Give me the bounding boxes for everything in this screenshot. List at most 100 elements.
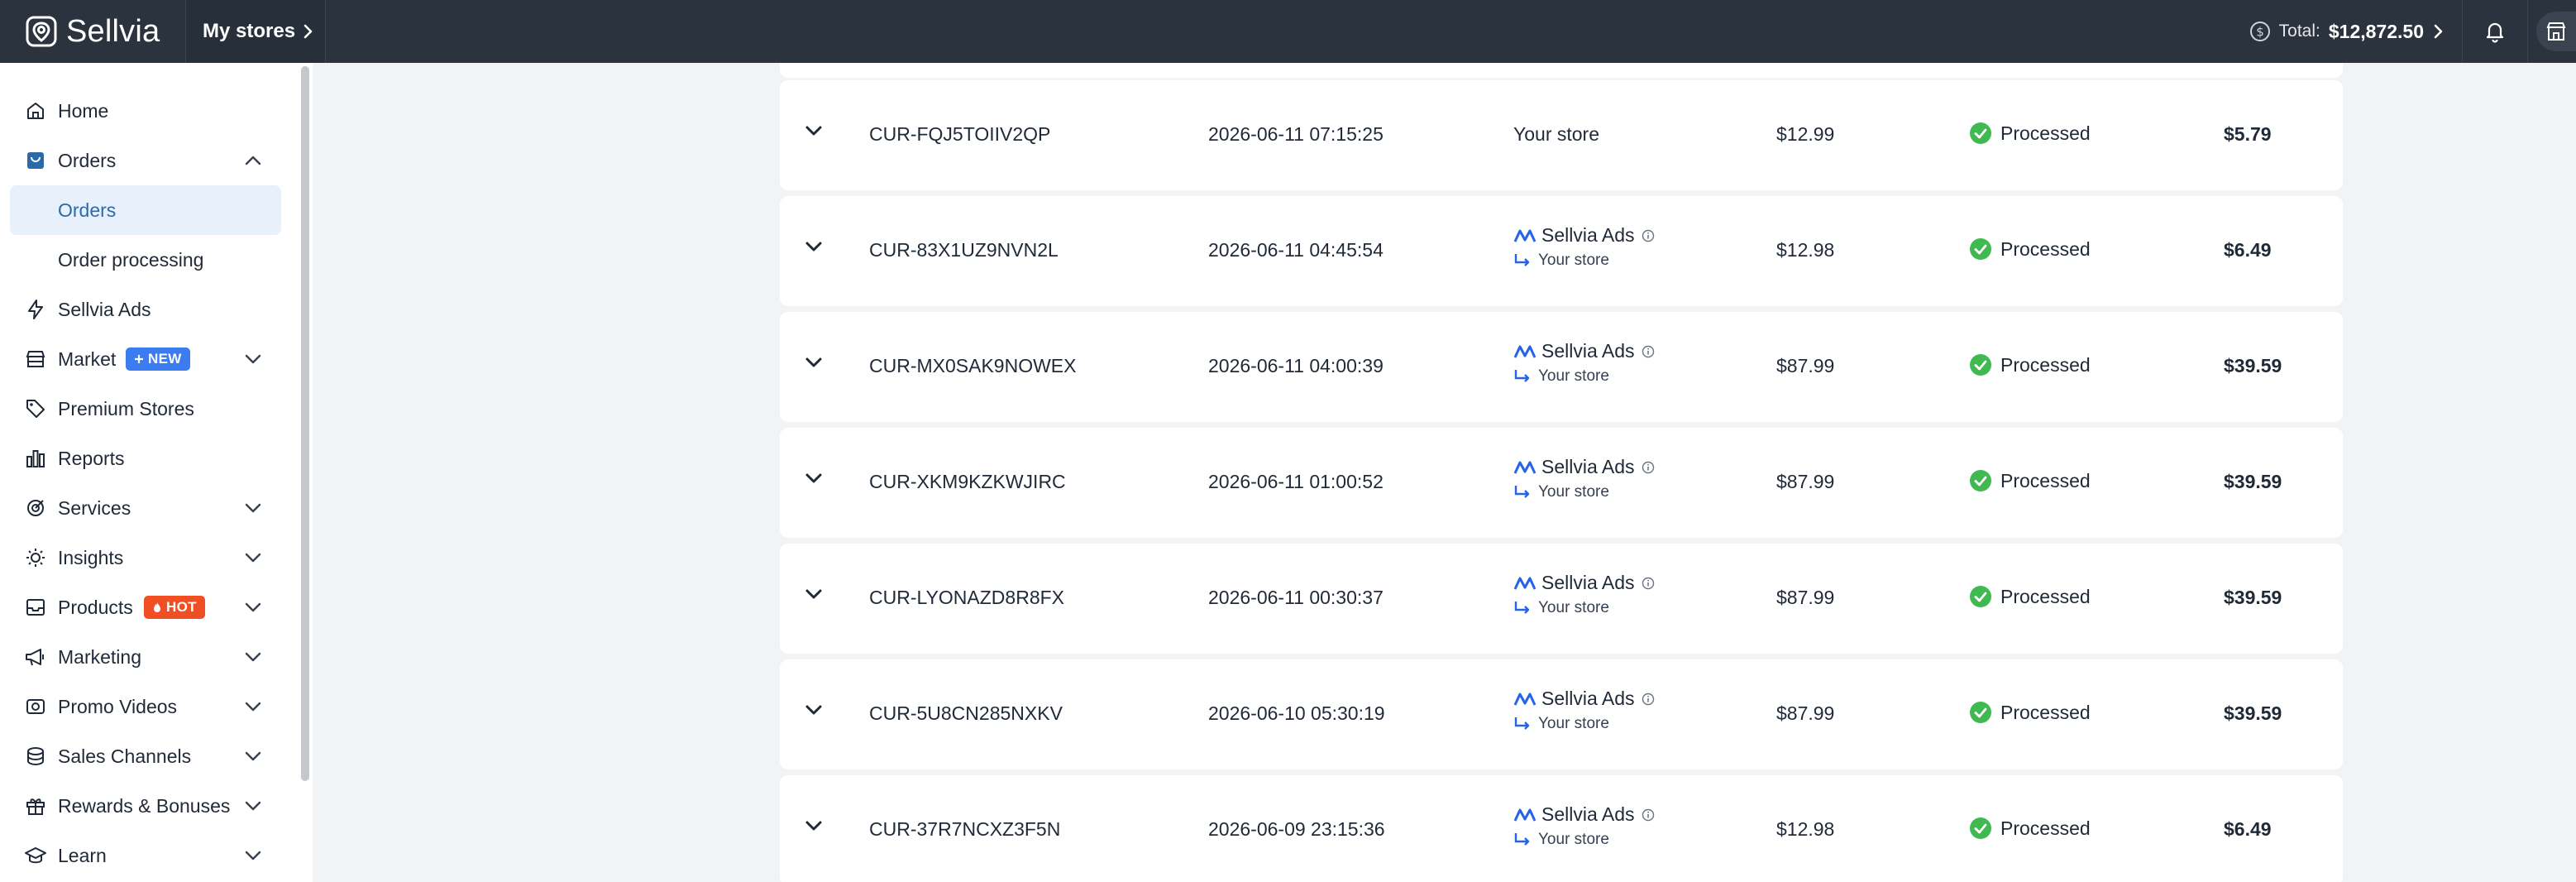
total-balance-button[interactable]: $ Total: $12,872.50 (2249, 21, 2462, 43)
sidebar-item-market[interactable]: Market NEW (0, 334, 281, 384)
chevron-down-icon[interactable] (805, 241, 823, 252)
sidebar-item-label: Products (58, 596, 133, 618)
order-row[interactable]: CUR-5U8CN285NXKV 2026-06-10 05:30:19 Sel… (780, 659, 2343, 769)
order-status: Processed (1969, 469, 2091, 492)
lightning-icon (23, 297, 48, 322)
order-profit: $39.59 (2224, 355, 2282, 376)
sidebar-item-label: Market (58, 348, 117, 370)
chevron-down-icon[interactable] (805, 357, 823, 368)
sidebar-item-marketing[interactable]: Marketing (0, 632, 281, 682)
sidebar-item-services[interactable]: Services (0, 483, 281, 533)
sidebar-item-products[interactable]: Products HOT (0, 582, 281, 632)
check-circle-icon (1970, 586, 1991, 607)
check-circle-icon (1970, 122, 1991, 144)
order-id: CUR-37R7NCXZ3F5N (869, 818, 1061, 840)
brand-logo[interactable]: Sellvia (0, 0, 185, 63)
sidebar-scrollbar[interactable] (301, 66, 309, 781)
order-profit: $5.79 (2224, 123, 2272, 145)
chevron-down-icon (245, 602, 261, 612)
top-bar: Sellvia My stores $ Total: $12,872.50 (0, 0, 2576, 63)
order-row[interactable]: CUR-FQJ5TOIIV2QP 2026-06-11 07:15:25 You… (780, 80, 2343, 190)
check-circle-icon (1970, 354, 1991, 376)
order-status: Processed (1969, 237, 2091, 261)
graduation-icon (23, 843, 48, 868)
sidebar-item-label: Promo Videos (58, 695, 178, 717)
sellvia-ads-logo-icon (1513, 461, 1537, 474)
chevron-down-icon[interactable] (805, 820, 823, 832)
notifications-button[interactable] (2462, 0, 2528, 63)
services-icon (23, 496, 48, 520)
info-icon[interactable] (1642, 461, 1655, 474)
order-id: CUR-LYONAZD8R8FX (869, 587, 1064, 608)
order-row[interactable]: CUR-83X1UZ9NVN2L 2026-06-11 04:45:54 Sel… (780, 196, 2343, 306)
chevron-down-icon (245, 851, 261, 860)
order-row[interactable]: CUR-MX0SAK9NOWEX 2026-06-11 04:00:39 Sel… (780, 312, 2343, 422)
order-row[interactable]: CUR-XKM9KZKWJIRC 2026-06-11 01:00:52 Sel… (780, 428, 2343, 538)
sidebar-item-home[interactable]: Home (0, 86, 281, 136)
bulb-icon (23, 545, 48, 570)
sidebar-item-learn[interactable]: Learn (0, 831, 281, 880)
sellvia-ads-logo-icon (1513, 693, 1537, 706)
order-price: $12.99 (1776, 123, 1835, 145)
arrow-turn-right-icon (1514, 486, 1530, 498)
sidebar-subitem-order-processing[interactable]: Order processing (0, 235, 281, 285)
sidebar-item-sales-channels[interactable]: Sales Channels (0, 731, 281, 781)
chevron-down-icon (245, 702, 261, 712)
order-date: 2026-06-11 01:00:52 (1208, 471, 1384, 492)
sidebar-item-reports[interactable]: Reports (0, 434, 281, 483)
order-status: Processed (1969, 701, 2091, 724)
market-icon (23, 347, 48, 371)
chevron-down-icon (245, 751, 261, 761)
sidebar-subitem-orders[interactable]: Orders (10, 185, 281, 235)
arrow-turn-right-icon (1514, 833, 1530, 846)
order-id: CUR-FQJ5TOIIV2QP (869, 123, 1051, 145)
sidebar: Home Orders Orders Order processing Sell… (0, 63, 313, 882)
order-row[interactable]: CUR-37R7NCXZ3F5N 2026-06-09 23:15:36 Sel… (780, 775, 2343, 882)
order-date: 2026-06-11 04:00:39 (1208, 355, 1384, 376)
order-date: 2026-06-11 04:45:54 (1208, 239, 1384, 261)
svg-text:$: $ (2256, 25, 2264, 40)
fire-icon (154, 602, 160, 612)
sidebar-item-label: Learn (58, 844, 107, 866)
info-icon[interactable] (1642, 693, 1655, 706)
sidebar-item-label: Insights (58, 546, 124, 568)
arrow-turn-right-icon (1514, 370, 1530, 382)
home-icon (23, 98, 48, 123)
sidebar-item-label: Order processing (58, 248, 204, 271)
chevron-down-icon[interactable] (805, 704, 823, 716)
sidebar-item-orders[interactable]: Orders (0, 136, 281, 185)
video-icon (23, 694, 48, 719)
chevron-right-icon (303, 24, 313, 39)
sidebar-item-premium-stores[interactable]: Premium Stores (0, 384, 281, 434)
info-icon[interactable] (1642, 808, 1655, 822)
chevron-down-icon[interactable] (805, 472, 823, 484)
dollar-circle-icon: $ (2249, 22, 2270, 41)
order-source: Sellvia Ads Your store (1513, 340, 1655, 386)
order-source: Sellvia Ads Your store (1513, 572, 1655, 617)
chevron-down-icon[interactable] (805, 588, 823, 600)
order-price: $87.99 (1776, 587, 1835, 608)
my-stores-button[interactable]: My stores (185, 0, 326, 63)
sidebar-item-label: Sales Channels (58, 745, 192, 767)
storefront-icon (2546, 22, 2566, 41)
chevron-down-icon[interactable] (805, 125, 823, 137)
order-row[interactable]: CUR-LYONAZD8R8FX 2026-06-11 00:30:37 Sel… (780, 544, 2343, 654)
order-status: Processed (1969, 353, 2091, 376)
info-icon[interactable] (1642, 229, 1655, 242)
order-date: 2026-06-11 00:30:37 (1208, 587, 1384, 608)
order-profit: $6.49 (2224, 239, 2272, 261)
order-date: 2026-06-09 23:15:36 (1208, 818, 1385, 840)
sidebar-item-promo-videos[interactable]: Promo Videos (0, 682, 281, 731)
order-price: $12.98 (1776, 239, 1835, 261)
sidebar-item-rewards-bonuses[interactable]: Rewards & Bonuses (0, 781, 281, 831)
chevron-up-icon (245, 156, 261, 165)
sidebar-item-sellvia-ads[interactable]: Sellvia Ads (0, 285, 281, 334)
store-menu-button[interactable] (2528, 0, 2576, 63)
order-date: 2026-06-11 07:15:25 (1208, 123, 1384, 145)
sidebar-item-insights[interactable]: Insights (0, 533, 281, 582)
order-source: Sellvia Ads Your store (1513, 803, 1655, 849)
info-icon[interactable] (1642, 577, 1655, 590)
sidebar-item-label: Home (58, 99, 109, 122)
order-status: Processed (1969, 585, 2091, 608)
info-icon[interactable] (1642, 345, 1655, 358)
